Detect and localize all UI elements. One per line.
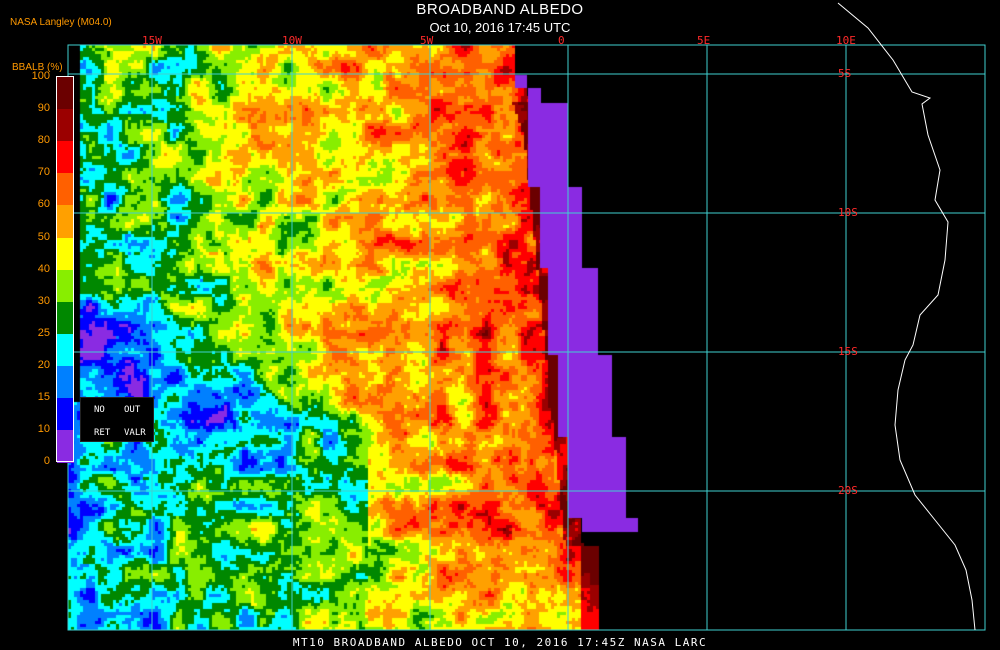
legend-tick-label: 80 [37,134,50,147]
longitude-label: 10E [836,34,856,47]
legend-tick-label: 20 [37,358,50,371]
no-retrieval-label-2b: VALR [124,428,146,438]
map-overlay [67,2,986,631]
legend-frame [56,76,74,462]
satellite-map-view: BROADBAND ALBEDO Oct 10, 2016 17:45 UTC … [0,0,1000,650]
footer-caption: MT10 BROADBAND ALBEDO OCT 10, 2016 17:45… [292,636,708,649]
legend-tick-label: 0 [43,455,50,468]
latitude-label: 20S [838,484,858,497]
map-timestamp: Oct 10, 2016 17:45 UTC [429,20,571,35]
map-title: BROADBAND ALBEDO [416,1,584,18]
legend-tick-label: 50 [37,230,50,243]
legend-tick-label: 10 [37,423,50,436]
latitude-label: 5S [838,67,852,80]
longitude-label: 5E [697,34,711,47]
latitude-label: 15S [838,345,858,358]
longitude-label: 5W [420,34,434,47]
legend-tick-label: 90 [37,102,50,115]
longitude-label: 15W [142,34,162,47]
no-retrieval-key: NO OUT RET VALR [80,397,154,442]
legend-tick-label: 30 [37,294,50,307]
latitude-label: 10S [838,206,858,219]
legend-tick-label: 100 [31,70,50,82]
map-frame [67,44,986,631]
coastline [837,2,976,631]
legend-tick-label: 60 [37,198,50,211]
no-retrieval-label-1a: NO [94,405,105,415]
legend-tick-label: 70 [37,166,50,179]
no-retrieval-label-2a: RET [94,428,111,438]
longitude-label: 10W [282,34,302,47]
no-retrieval-label-1b: OUT [124,405,141,415]
producer-credit: NASA Langley (M04.0) [10,17,112,28]
legend-tick-label: 40 [37,262,50,275]
longitude-label: 0 [558,34,565,47]
legend-tick-label: 25 [37,326,50,339]
legend-tick-label: 15 [37,391,50,403]
